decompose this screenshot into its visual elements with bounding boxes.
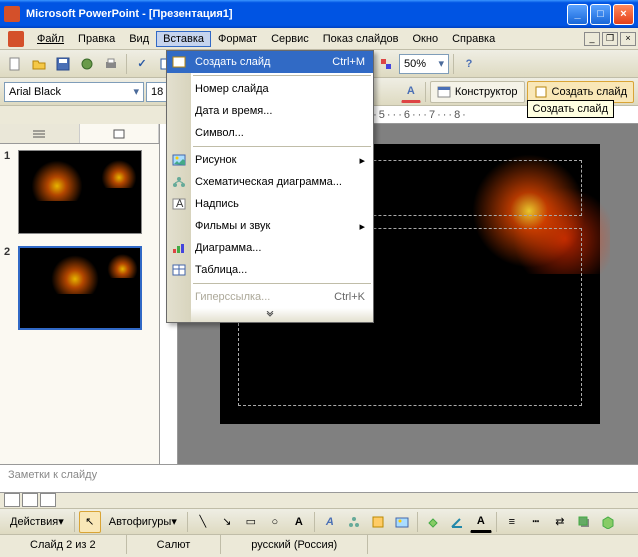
dash-style-icon[interactable]: ┅ [525, 511, 547, 533]
status-template: Салют [127, 535, 222, 554]
textbox-icon[interactable]: A [288, 511, 310, 533]
arrow-style-icon[interactable]: ⇄ [549, 511, 571, 533]
picture-menu-icon [171, 152, 187, 168]
select-icon[interactable]: ↖ [79, 511, 101, 533]
svg-text:A: A [176, 198, 184, 210]
fill-color-icon[interactable] [422, 511, 444, 533]
print-icon[interactable] [100, 53, 122, 75]
line-color-icon[interactable] [446, 511, 468, 533]
menu-tools[interactable]: Сервис [264, 31, 316, 47]
normal-view-button[interactable] [4, 493, 20, 507]
dd-table[interactable]: Таблица... [167, 259, 373, 281]
insert-picture-icon[interactable] [391, 511, 413, 533]
save-icon[interactable] [52, 53, 74, 75]
dd-chart[interactable]: Диаграмма... [167, 237, 373, 259]
dd-hyperlink: Гиперссылка...Ctrl+K [167, 286, 373, 308]
insert-dropdown: Создать слайдCtrl+M Номер слайда Дата и … [166, 50, 374, 323]
color-icon[interactable] [375, 53, 397, 75]
font-combo[interactable]: Arial Black▾ [4, 82, 144, 102]
zoom-combo[interactable]: 50%▾ [399, 54, 449, 74]
design-icon [437, 85, 451, 99]
powerpoint-icon [4, 6, 20, 22]
wordart-icon[interactable]: A [319, 511, 341, 533]
chart-menu-icon [171, 240, 187, 256]
title-bar: Microsoft PowerPoint - [Презентация1] _ … [0, 0, 638, 28]
status-language[interactable]: русский (Россия) [221, 535, 368, 554]
font-color-draw-icon[interactable]: A [470, 511, 492, 533]
diagram-menu-icon [171, 174, 187, 190]
clipart-icon[interactable] [367, 511, 389, 533]
dd-symbol[interactable]: Символ... [167, 122, 373, 144]
new-slide-icon [534, 85, 548, 99]
menu-file[interactable]: Файл [30, 31, 71, 47]
status-bar: Слайд 2 из 2 Салют русский (Россия) [0, 534, 638, 554]
mdi-icon[interactable] [8, 31, 24, 47]
autoshapes-menu[interactable]: Автофигуры ▾ [103, 512, 183, 532]
thumbnail-1[interactable]: 1 [0, 144, 159, 240]
3d-icon[interactable] [597, 511, 619, 533]
dd-diagram[interactable]: Схематическая диаграмма... [167, 171, 373, 193]
oval-icon[interactable]: ○ [264, 511, 286, 533]
table-menu-icon [171, 262, 187, 278]
thumbnail-2[interactable]: 2 [0, 240, 159, 336]
shadow-icon[interactable] [573, 511, 595, 533]
dd-new-slide[interactable]: Создать слайдCtrl+M [167, 51, 373, 73]
dd-picture[interactable]: Рисунок▸ [167, 149, 373, 171]
new-icon[interactable] [4, 53, 26, 75]
minimize-button[interactable]: _ [567, 4, 588, 25]
view-buttons [0, 492, 638, 508]
status-slide: Слайд 2 из 2 [0, 535, 127, 554]
menu-bar: Файл Правка Вид Вставка Формат Сервис По… [0, 28, 638, 50]
drawing-toolbar: Действия ▾ ↖ Автофигуры ▾ ╲ ↘ ▭ ○ A A A … [0, 508, 638, 534]
slides-tab[interactable] [80, 124, 160, 143]
menu-insert[interactable]: Вставка [156, 31, 211, 47]
textbox-menu-icon: A [171, 196, 187, 212]
font-color-icon[interactable]: A [401, 81, 421, 103]
notes-pane[interactable]: Заметки к слайду [0, 464, 638, 492]
mdi-close[interactable]: × [620, 32, 636, 46]
menu-format[interactable]: Формат [211, 31, 264, 47]
line-style-icon[interactable]: ≡ [501, 511, 523, 533]
menu-view[interactable]: Вид [122, 31, 156, 47]
window-title: Microsoft PowerPoint - [Презентация1] [26, 8, 567, 20]
sorter-view-button[interactable] [22, 493, 38, 507]
mdi-minimize[interactable]: _ [584, 32, 600, 46]
close-button[interactable]: × [613, 4, 634, 25]
dd-expand[interactable] [167, 308, 373, 322]
dd-slide-number[interactable]: Номер слайда [167, 78, 373, 100]
open-icon[interactable] [28, 53, 50, 75]
slide-panel: 1 2 [0, 124, 160, 464]
permission-icon[interactable] [76, 53, 98, 75]
actions-menu[interactable]: Действия ▾ [4, 512, 70, 532]
slideshow-view-button[interactable] [40, 493, 56, 507]
menu-edit[interactable]: Правка [71, 31, 122, 47]
diagram-button-icon[interactable] [343, 511, 365, 533]
mdi-restore[interactable]: ❐ [602, 32, 618, 46]
dd-movies[interactable]: Фильмы и звук▸ [167, 215, 373, 237]
dd-textbox[interactable]: A Надпись [167, 193, 373, 215]
design-button[interactable]: Конструктор [430, 81, 525, 103]
rect-icon[interactable]: ▭ [240, 511, 262, 533]
spell-icon[interactable]: ✓ [131, 53, 153, 75]
help-icon[interactable]: ? [458, 53, 480, 75]
maximize-button[interactable]: □ [590, 4, 611, 25]
outline-tab[interactable] [0, 124, 80, 143]
arrow-icon[interactable]: ↘ [216, 511, 238, 533]
new-slide-menu-icon [171, 54, 187, 70]
menu-window[interactable]: Окно [406, 31, 446, 47]
dd-date-time[interactable]: Дата и время... [167, 100, 373, 122]
menu-help[interactable]: Справка [445, 31, 502, 47]
menu-slideshow[interactable]: Показ слайдов [316, 31, 406, 47]
line-icon[interactable]: ╲ [192, 511, 214, 533]
new-slide-tooltip: Создать слайд [527, 100, 614, 118]
